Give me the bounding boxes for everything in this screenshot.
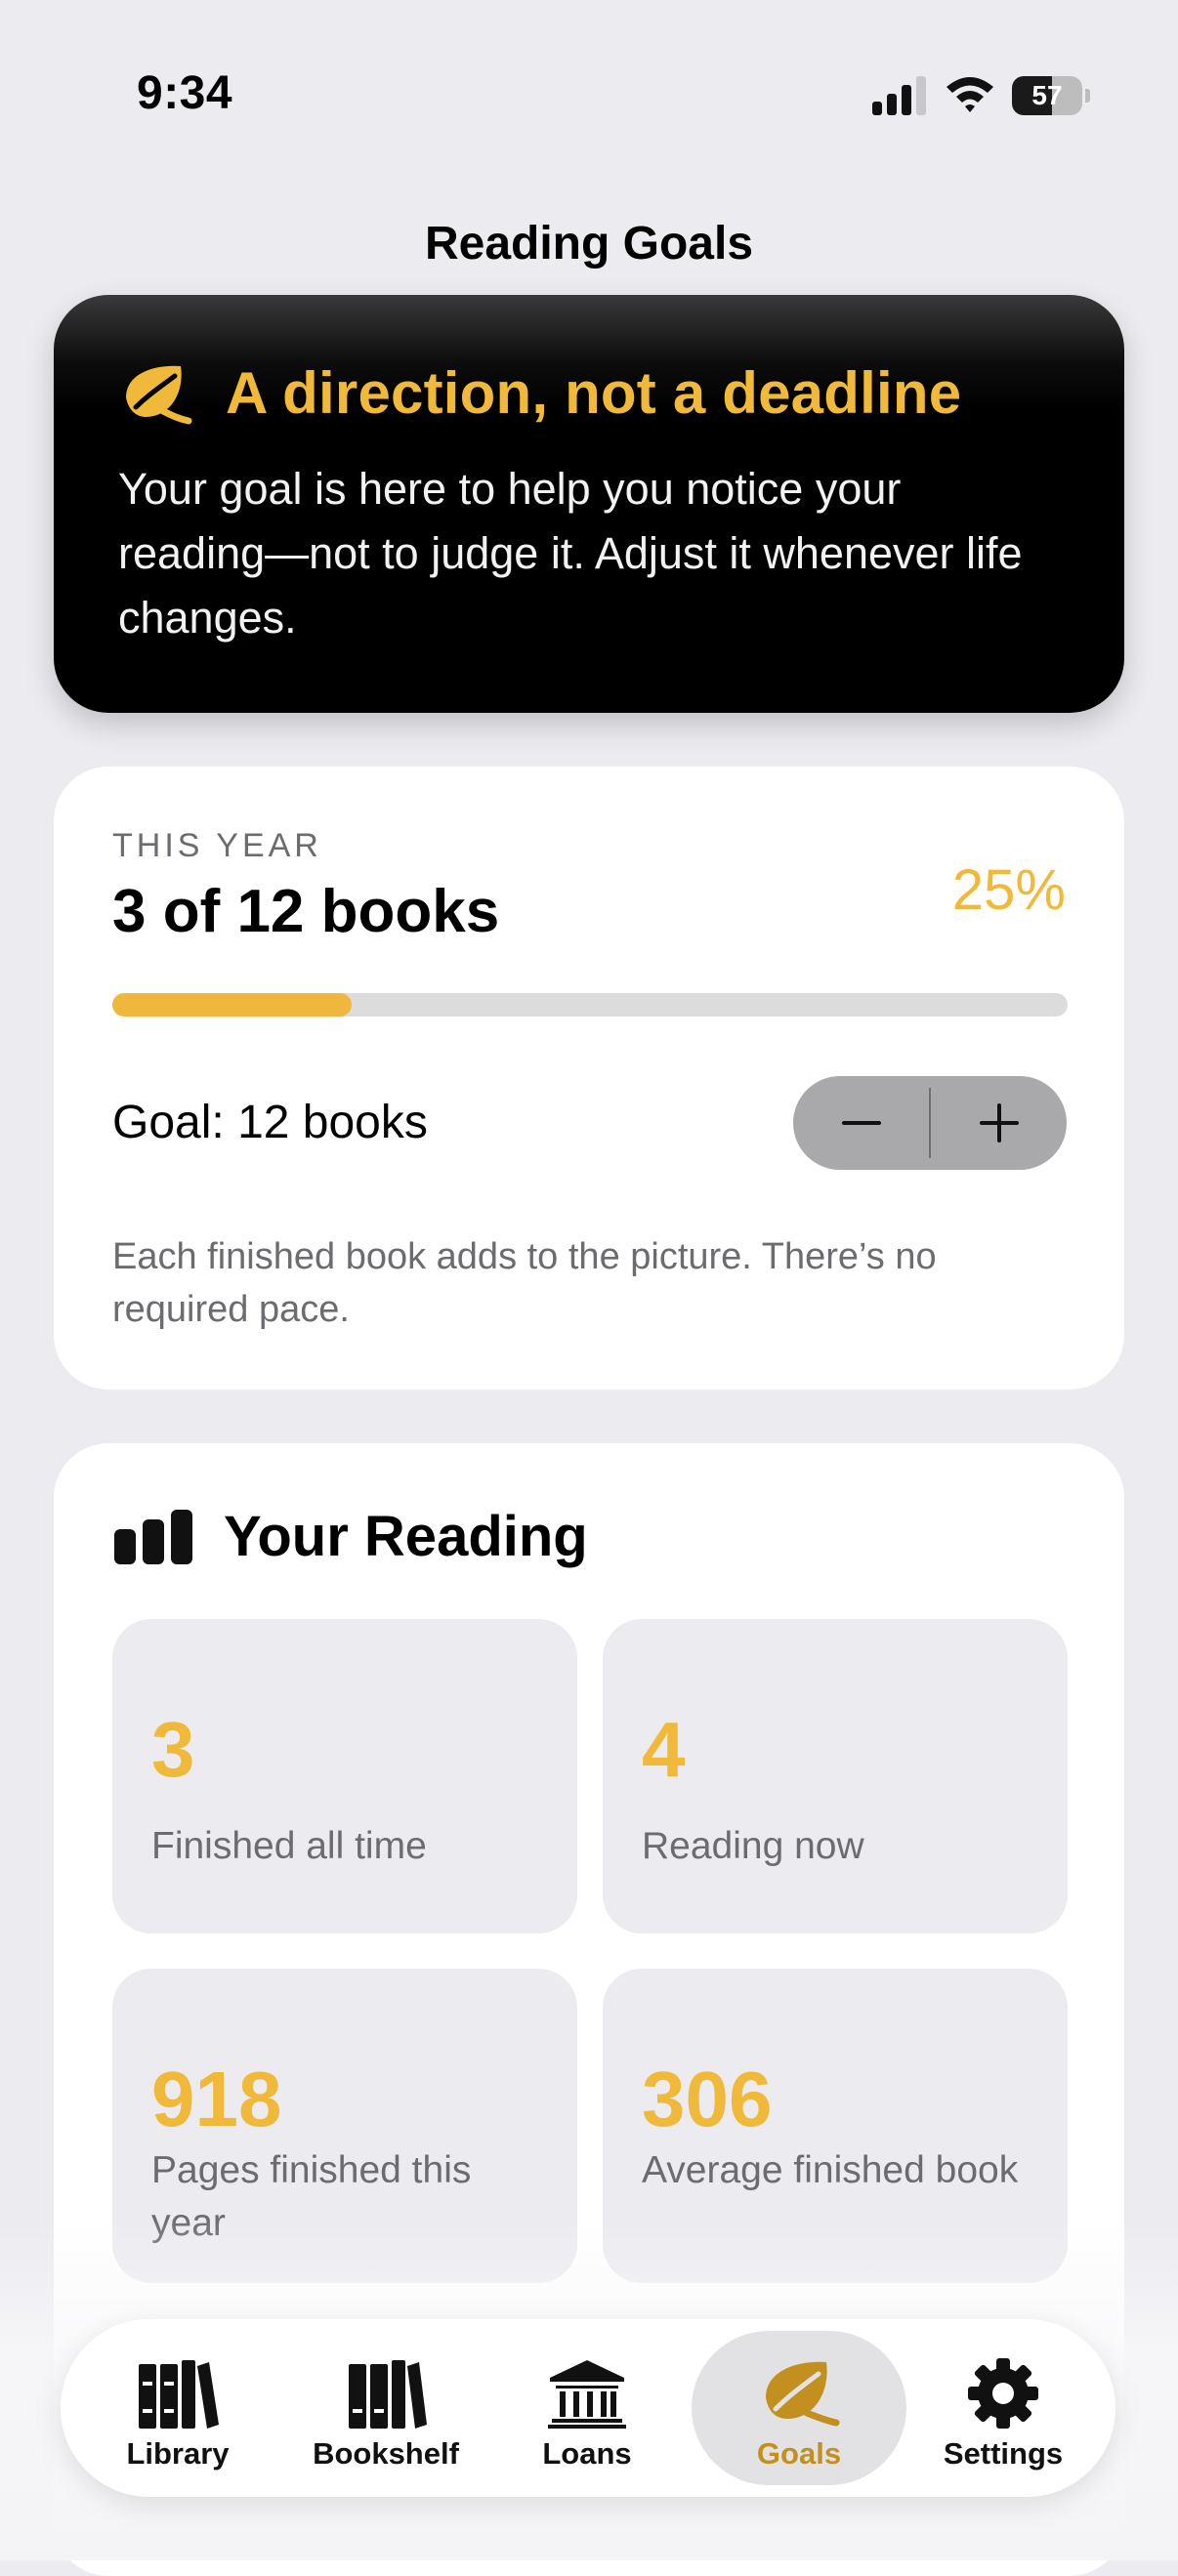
battery-icon: 57 (1012, 76, 1090, 115)
goal-progress-bar (112, 993, 1068, 1017)
goal-stepper[interactable] (793, 1076, 1067, 1170)
leaf-icon (766, 2361, 840, 2427)
bookshelf-icon (349, 2360, 427, 2429)
goal-eyebrow: THIS YEAR (112, 827, 322, 864)
minus-icon (841, 1121, 881, 1125)
tab-settings[interactable]: Settings (920, 2331, 1086, 2485)
reading-title: Your Reading (224, 1505, 588, 1568)
page-title: Reading Goals (424, 218, 754, 270)
tab-loans[interactable]: Loans (514, 2331, 660, 2485)
goal-percent: 25% (951, 858, 1066, 922)
tab-label: Library (126, 2436, 230, 2471)
goal-note: Each finished book adds to the picture. … (112, 1236, 937, 1330)
stat-value: 306 (642, 2056, 773, 2142)
battery-level: 57 (1031, 80, 1063, 110)
gear-icon (968, 2358, 1038, 2429)
banner-title-row: A direction, not a deadline (120, 359, 961, 427)
signal-icon (872, 76, 926, 115)
tab-bookshelf[interactable]: Bookshelf (303, 2331, 469, 2485)
tab-library[interactable]: Library (100, 2331, 256, 2485)
goal-label: Goal: 12 books (112, 1097, 428, 1148)
battery-body: 57 (1012, 76, 1082, 115)
tab-label: Settings (943, 2436, 1064, 2471)
tab-label: Loans (542, 2436, 632, 2471)
encouragement-banner: A direction, not a deadline Your goal is… (54, 295, 1124, 713)
decrement-goal-button[interactable] (793, 1076, 929, 1170)
stats-grid: 3 Finished all time 4 Reading now 918 Pa… (112, 1619, 1068, 2283)
tab-bar: Library Bookshelf Loans Goals Settings (61, 2319, 1115, 2497)
status-time: 9:34 (137, 67, 233, 119)
stat-reading-now: 4 Reading now (603, 1619, 1068, 1933)
bank-building-icon (548, 2360, 626, 2429)
stat-value: 3 (151, 1706, 195, 1793)
stat-value: 918 (151, 2056, 282, 2142)
plus-icon (979, 1103, 1019, 1143)
stat-label: Reading now (642, 1825, 864, 1867)
goal-progress-text: 3 of 12 books (112, 878, 500, 945)
battery-tip (1085, 89, 1090, 103)
status-bar: 9:34 57 (0, 0, 1178, 195)
tab-goals[interactable]: Goals (692, 2331, 906, 2485)
stat-finished-all-time: 3 Finished all time (112, 1619, 577, 1933)
stat-label: Finished all time (151, 1825, 427, 1867)
yearly-goal-card: THIS YEAR 3 of 12 books 25% Goal: 12 boo… (54, 767, 1124, 1390)
reading-header: Your Reading (114, 1504, 588, 1569)
leaf-icon (126, 365, 192, 424)
stat-label: Average finished book (642, 2149, 1019, 2191)
tab-label: Bookshelf (313, 2436, 459, 2471)
wifi-icon (947, 77, 993, 112)
tab-label: Goals (756, 2436, 842, 2471)
bar-chart-icon (114, 1509, 192, 1564)
library-books-icon (139, 2360, 219, 2429)
stat-value: 4 (642, 1706, 686, 1793)
goal-progress-fill (112, 993, 352, 1017)
increment-goal-button[interactable] (931, 1076, 1067, 1170)
banner-title: A direction, not a deadline (226, 360, 962, 426)
banner-body: Your goal is here to help you notice you… (118, 464, 1023, 643)
